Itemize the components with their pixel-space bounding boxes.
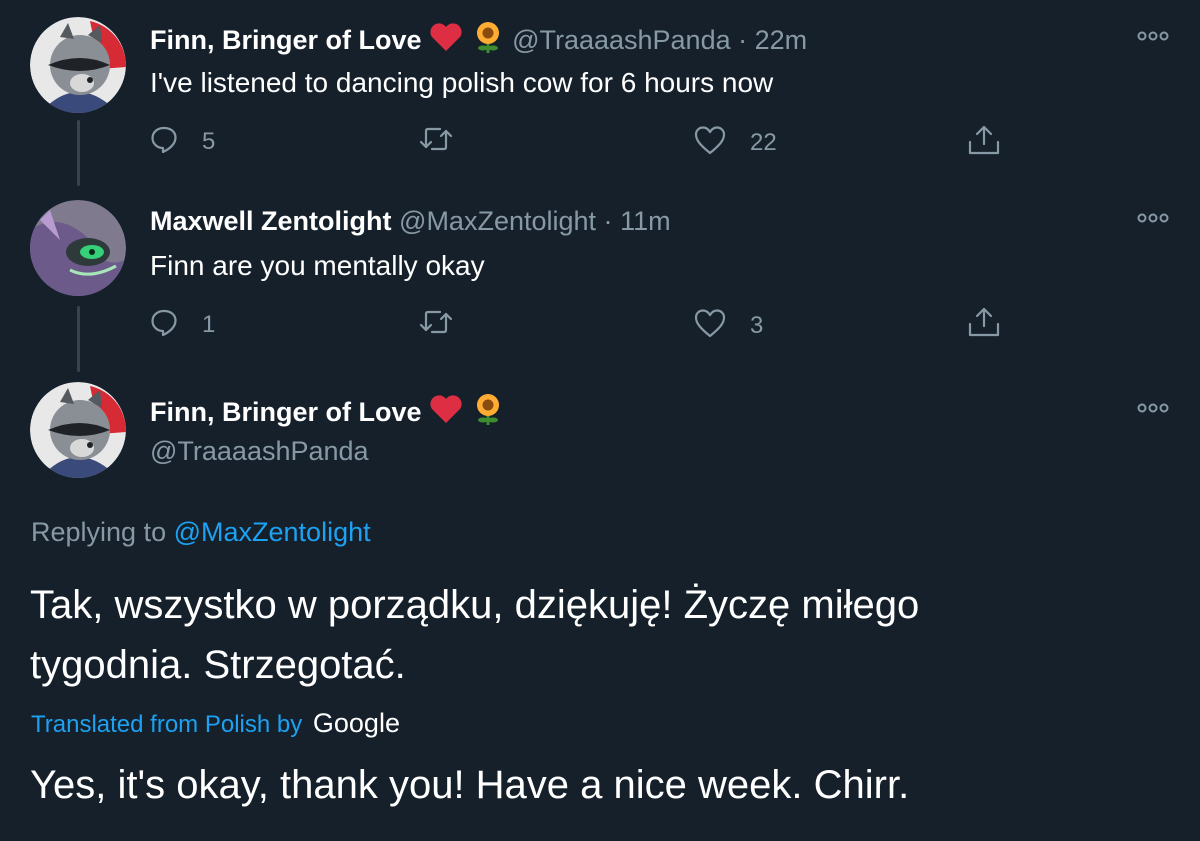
tweet-text: I've listened to dancing polish cow for … — [150, 67, 774, 98]
share-button[interactable] — [967, 124, 1001, 161]
more-button[interactable] — [1133, 389, 1173, 429]
translated-text: Yes, it's okay, thank you! Have a nice w… — [30, 763, 910, 807]
tweet-text: Finn are you mentally okay — [150, 250, 485, 281]
handle[interactable]: @TraaaashPanda — [512, 25, 731, 55]
timestamp[interactable]: 22m — [755, 25, 808, 55]
sunflower-emoji — [471, 392, 505, 436]
like-count: 3 — [750, 311, 764, 339]
tweet-text-line-1: Tak, wszystko w porządku, dziękuję! Życz… — [30, 583, 920, 627]
reply-count: 5 — [202, 127, 216, 155]
more-button[interactable] — [1133, 17, 1173, 57]
retweet-button[interactable] — [418, 125, 454, 158]
google-logo: Google — [312, 708, 400, 738]
display-name[interactable]: Maxwell Zentolight — [150, 206, 392, 236]
handle[interactable]: @TraaaashPanda — [150, 432, 369, 470]
tweet-header: Maxwell Zentolight @MaxZentolight · 11m — [150, 202, 671, 240]
reply-button[interactable]: 1 — [150, 308, 215, 341]
like-button[interactable]: 22 — [694, 125, 777, 160]
avatar[interactable] — [30, 200, 126, 296]
more-icon — [1137, 28, 1169, 46]
handle[interactable]: @MaxZentolight — [399, 206, 596, 236]
like-button[interactable]: 3 — [694, 308, 763, 343]
retweet-icon — [418, 308, 454, 341]
sunflower-emoji — [471, 20, 505, 64]
like-count: 22 — [750, 128, 777, 156]
retweet-icon — [418, 125, 454, 158]
share-button[interactable] — [967, 306, 1001, 343]
share-icon — [967, 124, 1001, 161]
tweet-header: Finn, Bringer of Love @TraaaashPanda · 2… — [150, 20, 807, 64]
avatar[interactable] — [30, 382, 126, 478]
reply-button[interactable]: 5 — [150, 125, 215, 158]
reply-count: 1 — [202, 310, 216, 338]
more-icon — [1137, 400, 1169, 418]
replying-to: Replying to @MaxZentolight — [31, 513, 371, 551]
heart-emoji — [429, 22, 463, 62]
separator: · — [603, 206, 613, 236]
separator: · — [738, 25, 748, 56]
heart-emoji — [429, 394, 463, 434]
share-icon — [967, 306, 1001, 343]
reply-icon — [150, 308, 178, 341]
avatar[interactable] — [30, 17, 126, 113]
reply-icon — [150, 125, 178, 158]
display-name[interactable]: Finn, Bringer of Love — [150, 397, 422, 427]
replying-to-handle[interactable]: @MaxZentolight — [174, 517, 371, 547]
retweet-button[interactable] — [418, 308, 454, 341]
thread-line — [77, 306, 80, 372]
replying-to-label: Replying to — [31, 517, 167, 547]
like-icon — [694, 308, 726, 343]
timestamp[interactable]: 11m — [620, 206, 671, 236]
translation-attribution: Translated from Polish by Google — [31, 706, 400, 742]
display-name[interactable]: Finn, Bringer of Love — [150, 25, 422, 55]
thread-line — [77, 120, 80, 186]
more-button[interactable] — [1133, 199, 1173, 239]
tweet-header: Finn, Bringer of Love — [150, 392, 505, 436]
more-icon — [1137, 210, 1169, 228]
like-icon — [694, 125, 726, 160]
translated-from-link[interactable]: Translated from Polish by — [31, 711, 302, 738]
tweet-text-line-2: tygodnia. Strzegotać. — [30, 643, 406, 687]
